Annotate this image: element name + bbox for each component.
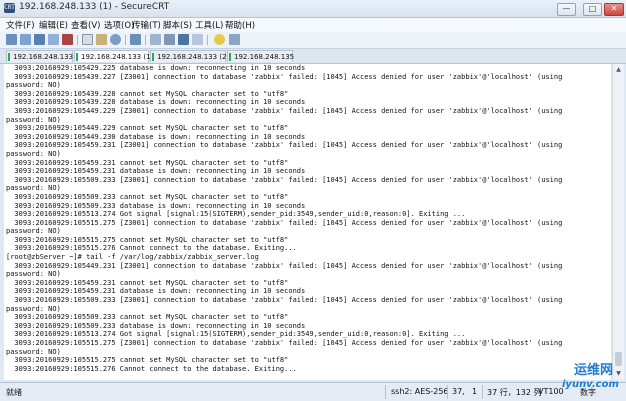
status-separator	[385, 385, 386, 399]
session-tab-bar: 192.168.248.133 192.168.248.133 (1) 192.…	[0, 49, 626, 64]
connect-tab-icon[interactable]	[34, 34, 45, 45]
menu-edit[interactable]: 编辑(E)	[39, 19, 68, 31]
connect-icon[interactable]	[6, 34, 17, 45]
status-cipher: ssh2: AES-256	[391, 387, 449, 396]
menu-script[interactable]: 脚本(S)	[163, 19, 192, 31]
tab-label: 192.168.248.133 (1)	[81, 53, 154, 61]
tab-session-1[interactable]: 192.168.248.133	[6, 50, 73, 62]
toolbar-separator	[207, 35, 208, 45]
print-icon[interactable]	[130, 34, 141, 45]
close-button[interactable]: ✕	[604, 3, 624, 16]
site-watermark-logo: 运维网 iyunv.com	[556, 357, 620, 397]
tab-session-4[interactable]: 192.168.248.135	[227, 50, 295, 62]
connected-indicator-icon	[229, 53, 231, 61]
status-col: 1	[472, 387, 478, 396]
status-separator	[482, 385, 483, 399]
about-icon[interactable]	[229, 34, 240, 45]
status-bar: 就绪 ssh2: AES-256 37, 1 37 行，132 列 VT100 …	[0, 382, 626, 401]
watermark-title: 运维网	[574, 363, 614, 378]
vertical-scrollbar[interactable]: ▲ ▼	[612, 64, 624, 380]
keymap-icon[interactable]	[192, 34, 203, 45]
status-separator	[447, 385, 448, 399]
status-ready: 就绪	[6, 388, 22, 397]
toolbar	[0, 32, 626, 49]
menu-view[interactable]: 查看(V)	[71, 19, 100, 31]
tab-label: 192.168.248.133 (2)	[157, 53, 230, 61]
menu-options[interactable]: 选项(O)	[104, 19, 134, 31]
menu-file[interactable]: 文件(F)	[6, 19, 35, 31]
tab-label: 192.168.248.135	[234, 53, 295, 61]
watermark-domain: iyunv.com	[562, 379, 619, 390]
minimize-button[interactable]: —	[557, 3, 576, 16]
terminal-text[interactable]: 3093:20160929:105429.225 database is dow…	[6, 64, 562, 373]
menu-tools[interactable]: 工具(L)	[195, 19, 223, 31]
connected-indicator-icon	[76, 53, 78, 61]
menu-bar: 文件(F) 编辑(E) 查看(V) 选项(O) 传输(T) 脚本(S) 工具(L…	[0, 18, 626, 32]
maximize-button[interactable]: □	[583, 3, 602, 16]
help-icon[interactable]	[214, 34, 225, 45]
toolbar-separator	[145, 35, 146, 45]
reconnect-icon[interactable]	[48, 34, 59, 45]
title-bar: CRT 192.168.248.133 (1) - SecureCRT — □ …	[0, 0, 626, 18]
toolbar-separator	[125, 35, 126, 45]
window-title: 192.168.248.133 (1) - SecureCRT	[19, 2, 170, 12]
connected-indicator-icon	[8, 53, 10, 61]
securecrt-app-icon[interactable]: CRT	[4, 3, 15, 13]
quick-connect-icon[interactable]	[20, 34, 31, 45]
sftp-icon[interactable]	[178, 34, 189, 45]
tab-session-2[interactable]: 192.168.248.133 (1)	[74, 50, 153, 62]
session-options-icon[interactable]	[150, 34, 161, 45]
global-options-icon[interactable]	[164, 34, 175, 45]
disconnect-icon[interactable]	[62, 34, 73, 45]
tab-label: 192.168.248.133	[13, 53, 74, 61]
menu-transfer[interactable]: 传输(T)	[132, 19, 161, 31]
find-icon[interactable]	[110, 34, 121, 45]
scroll-up-icon[interactable]: ▲	[614, 65, 623, 74]
terminal-output[interactable]: 3093:20160929:105429.225 database is dow…	[4, 64, 611, 380]
toolbar-separator	[77, 35, 78, 45]
copy-icon[interactable]	[82, 34, 93, 45]
menu-help[interactable]: 帮助(H)	[225, 19, 255, 31]
tab-session-3[interactable]: 192.168.248.133 (2)	[150, 50, 230, 62]
paste-icon[interactable]	[96, 34, 107, 45]
connected-indicator-icon	[152, 53, 154, 61]
status-size: 37 行，132 列	[487, 388, 542, 397]
status-row: 37,	[452, 387, 465, 396]
